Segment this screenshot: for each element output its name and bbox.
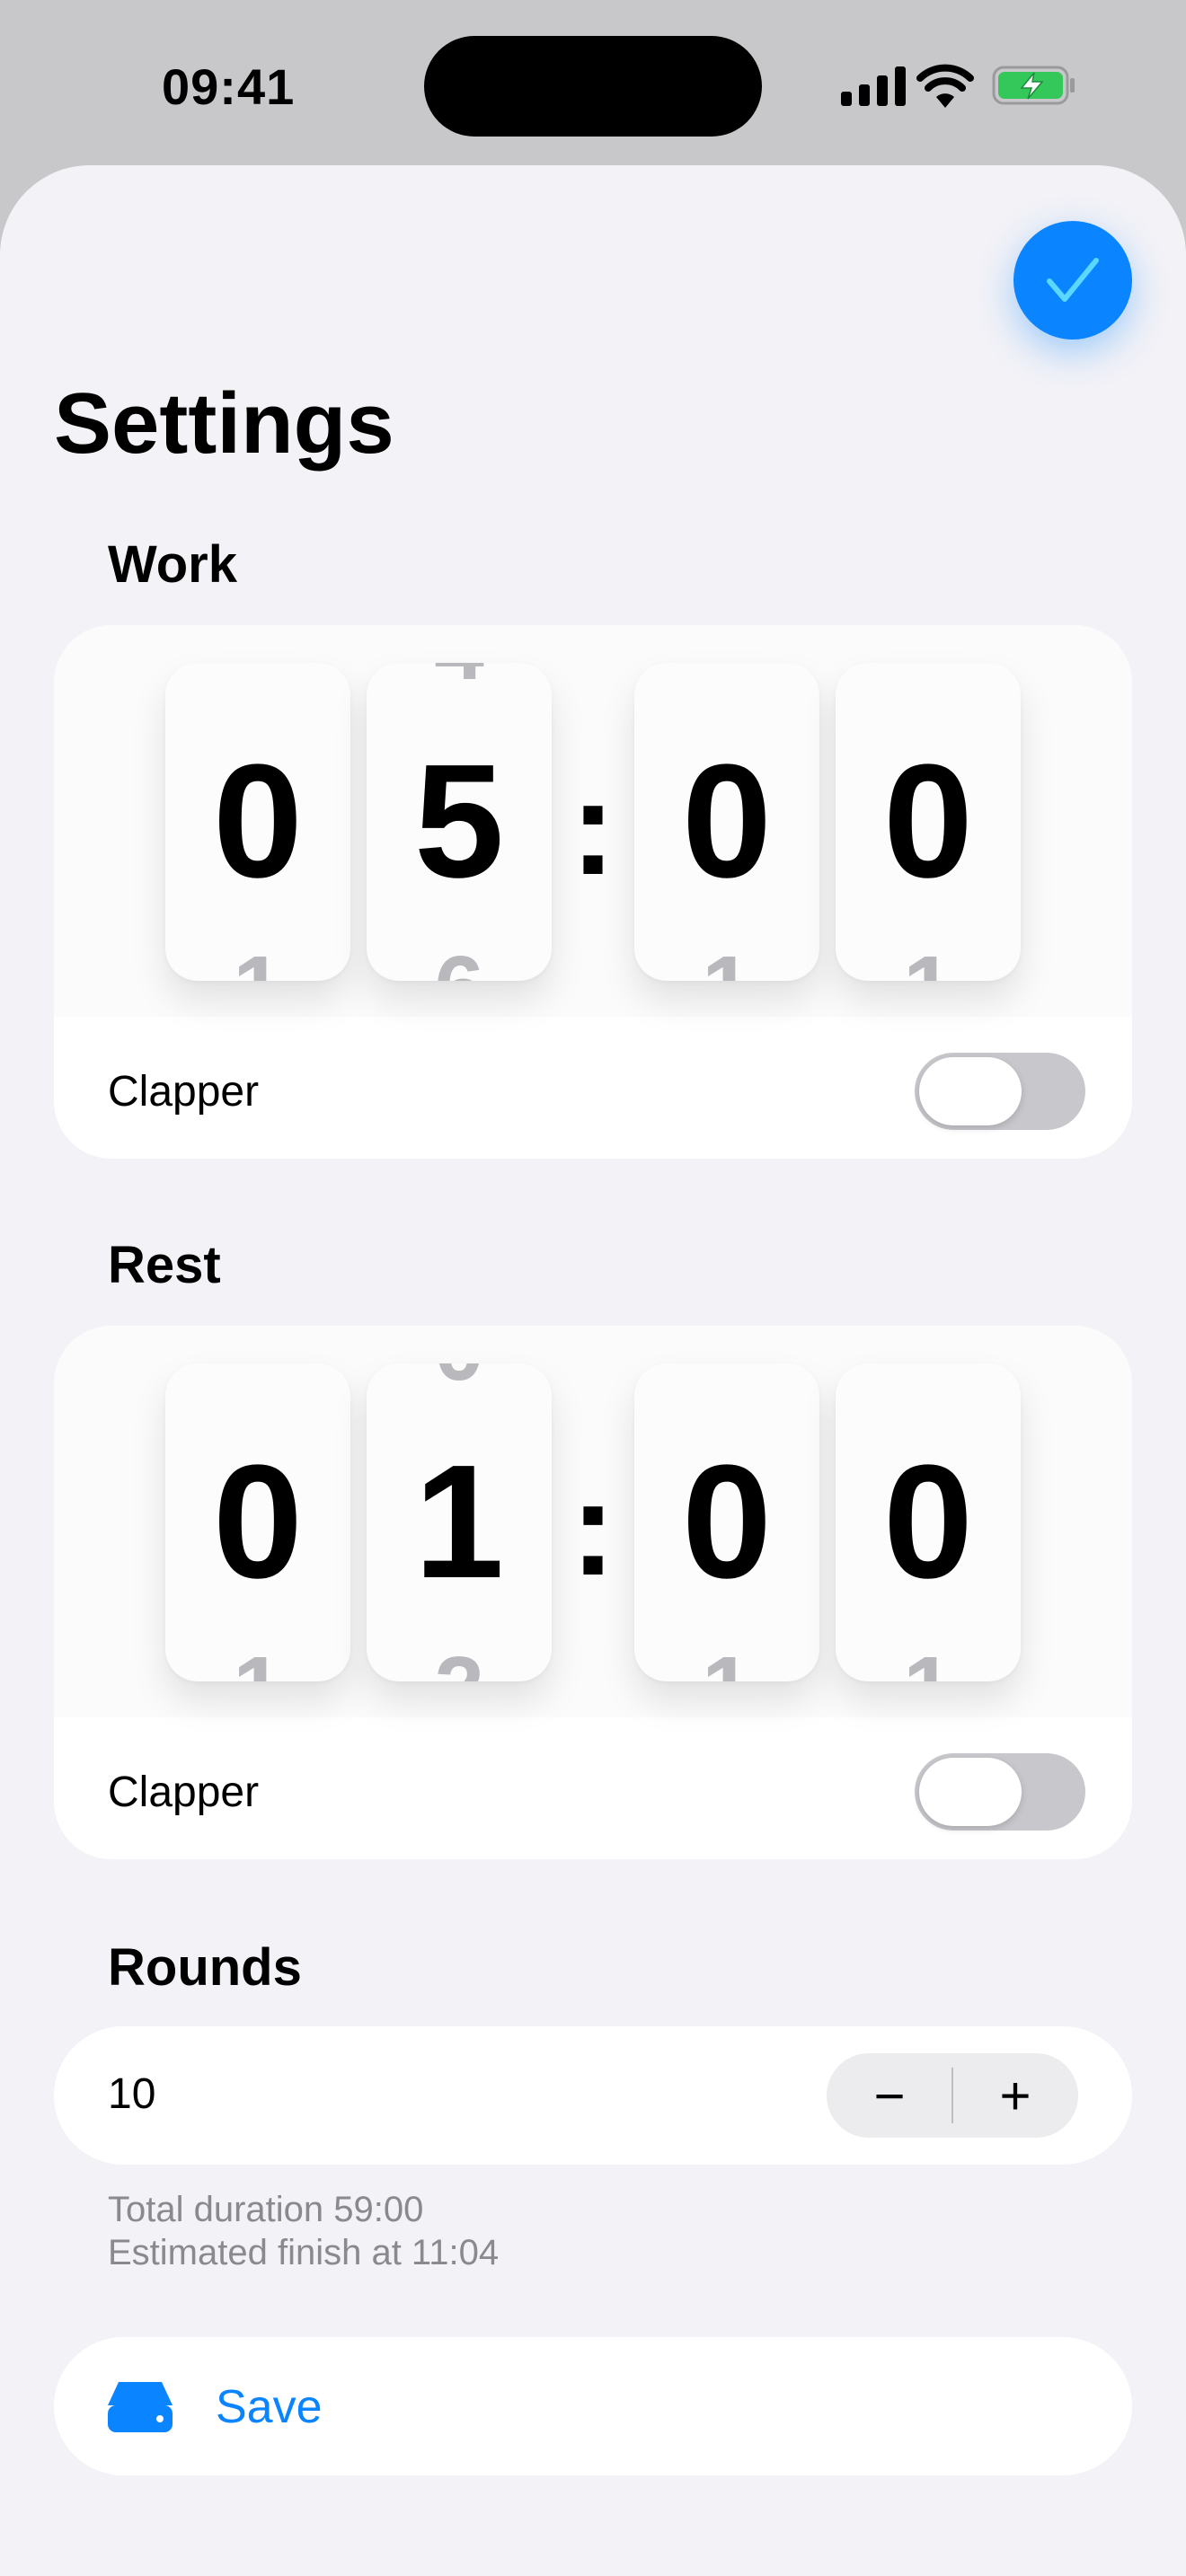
decrement-button[interactable]: − [827,2053,952,2138]
increment-button[interactable]: + [952,2053,1078,2138]
page-title: Settings [54,375,394,472]
rest-minutes-tens-below: 1 [165,1644,350,1681]
save-label: Save [216,2381,323,2433]
rest-clapper-toggle[interactable] [915,1753,1085,1831]
toggle-knob [919,1057,1022,1125]
work-minutes-ones-value: 5 [413,731,505,912]
work-card: 0 1 4 5 6 : 0 1 0 1 Clapper [54,625,1132,1159]
total-duration-text: Total duration 59:00 [108,2190,424,2229]
rounds-card: 10 − + [54,2026,1132,2165]
save-button[interactable]: Save [54,2337,1132,2475]
work-minutes-tens-wheel[interactable]: 0 1 [165,663,350,981]
work-seconds-tens-below: 1 [634,943,819,981]
work-seconds-tens-value: 0 [681,731,773,912]
work-minutes-tens-below: 1 [165,943,350,981]
rest-minutes-tens-wheel[interactable]: 0 1 [165,1363,350,1681]
battery-charging-icon [992,66,1075,105]
rest-seconds-tens-wheel[interactable]: 0 1 [634,1363,819,1681]
work-seconds-ones-below: 1 [836,943,1021,981]
estimated-finish-text: Estimated finish at 11:04 [108,2233,500,2272]
status-time: 09:41 [162,58,296,115]
wifi-icon [916,64,974,108]
done-button[interactable] [1013,221,1132,340]
rest-section-title: Rest [108,1236,221,1294]
rest-seconds-ones-value: 0 [882,1432,974,1612]
rounds-stepper: − + [827,2053,1078,2138]
work-minutes-ones-above: 4 [367,663,552,693]
rest-minutes-ones-wheel[interactable]: 0 1 2 [367,1363,552,1681]
work-minutes-tens-value: 0 [212,731,304,912]
rest-minutes-tens-value: 0 [212,1432,304,1612]
cellular-signal-icon [841,65,906,106]
checkmark-icon [1047,258,1099,302]
drive-icon [108,2382,173,2432]
work-minutes-ones-wheel[interactable]: 4 5 6 [367,663,552,981]
rest-minutes-ones-value: 1 [413,1432,505,1612]
dynamic-island [424,36,762,137]
rest-card: 0 1 0 1 2 : 0 1 0 1 Clapper [54,1326,1132,1859]
rest-seconds-tens-value: 0 [681,1432,773,1612]
rest-clapper-label: Clapper [108,1769,260,1816]
rest-time-separator: : [571,1452,615,1603]
work-seconds-tens-wheel[interactable]: 0 1 [634,663,819,981]
work-seconds-ones-wheel[interactable]: 0 1 [836,663,1021,981]
rounds-section-title: Rounds [108,1938,302,1997]
work-section-title: Work [108,535,237,594]
rest-minutes-ones-above: 0 [367,1363,552,1394]
work-time-separator: : [571,752,615,903]
work-minutes-ones-below: 6 [367,943,552,981]
work-clapper-toggle[interactable] [915,1053,1085,1130]
rest-seconds-ones-below: 1 [836,1644,1021,1681]
work-clapper-label: Clapper [108,1068,260,1116]
rest-seconds-tens-below: 1 [634,1644,819,1681]
toggle-knob [919,1758,1022,1826]
rest-seconds-ones-wheel[interactable]: 0 1 [836,1363,1021,1681]
work-time-picker: 0 1 4 5 6 : 0 1 0 1 [54,625,1132,1017]
stepper-divider [951,2068,953,2123]
rest-time-picker: 0 1 0 1 2 : 0 1 0 1 [54,1326,1132,1717]
rounds-value: 10 [108,2070,156,2118]
work-seconds-ones-value: 0 [882,731,974,912]
rest-minutes-ones-below: 2 [367,1644,552,1681]
